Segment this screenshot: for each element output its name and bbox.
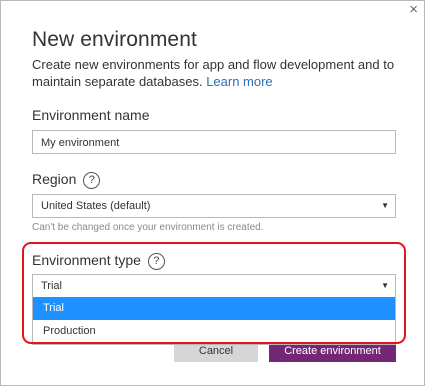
environment-name-label: Environment name [32,107,150,123]
learn-more-link[interactable]: Learn more [206,74,272,89]
region-select[interactable]: United States (default) ▼ [32,194,396,218]
help-icon[interactable]: ? [83,172,101,189]
dialog-description: Create new environments for app and flow… [32,56,402,90]
region-label: Region ? [32,171,101,189]
dialog-title: New environment [32,28,197,51]
close-icon[interactable]: × [409,2,418,17]
chevron-down-icon: ▼ [381,201,389,210]
region-hint: Can't be changed once your environment i… [32,222,264,233]
new-environment-dialog: × New environment Create new environment… [0,0,425,386]
highlight-annotation [22,242,406,344]
environment-name-input[interactable]: My environment [32,130,396,154]
region-label-text: Region [32,171,77,187]
region-selected-value: United States (default) [41,200,151,212]
